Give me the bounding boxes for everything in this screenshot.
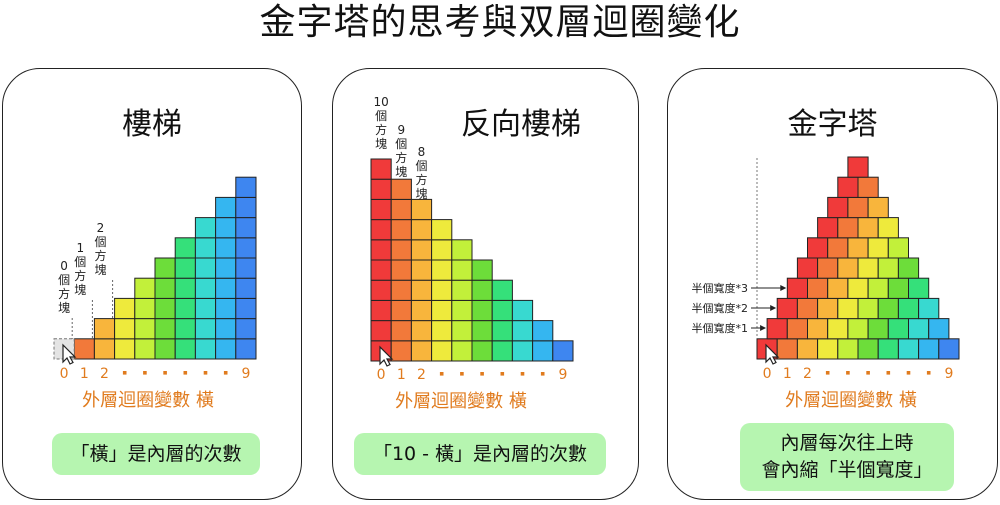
pyramid-panel-title: 金字塔 bbox=[787, 107, 878, 142]
stair-panel-title: 樓梯 bbox=[122, 107, 182, 142]
pyramid-caption: 內層每次往上時 會內縮「半個寬度」 bbox=[740, 423, 954, 491]
pyramid-caption-line-2: 會內縮「半個寬度」 bbox=[761, 459, 933, 481]
pyramid-panel: 金字塔 內層每次往上時 會內縮「半個寬度」 bbox=[667, 68, 998, 500]
main-title: 金字塔的思考與双層迴圈變化 bbox=[259, 2, 741, 43]
reverse-stair-caption: 「10 - 橫」是內層的次數 bbox=[354, 433, 606, 475]
pyramid-caption-line-1: 內層每次往上時 bbox=[780, 432, 914, 454]
reverse-stair-panel: 反向樓梯 「10 - 橫」是內層的次數 bbox=[332, 68, 639, 500]
stair-panel: 樓梯 「橫」是內層的次數 bbox=[2, 68, 302, 500]
stair-caption: 「橫」是內層的次數 bbox=[52, 433, 260, 475]
reverse-stair-panel-title: 反向樓梯 bbox=[461, 107, 581, 142]
stair-caption-text: 「橫」是內層的次數 bbox=[70, 443, 242, 465]
reverse-stair-caption-text: 「10 - 橫」是內層的次數 bbox=[372, 443, 588, 465]
